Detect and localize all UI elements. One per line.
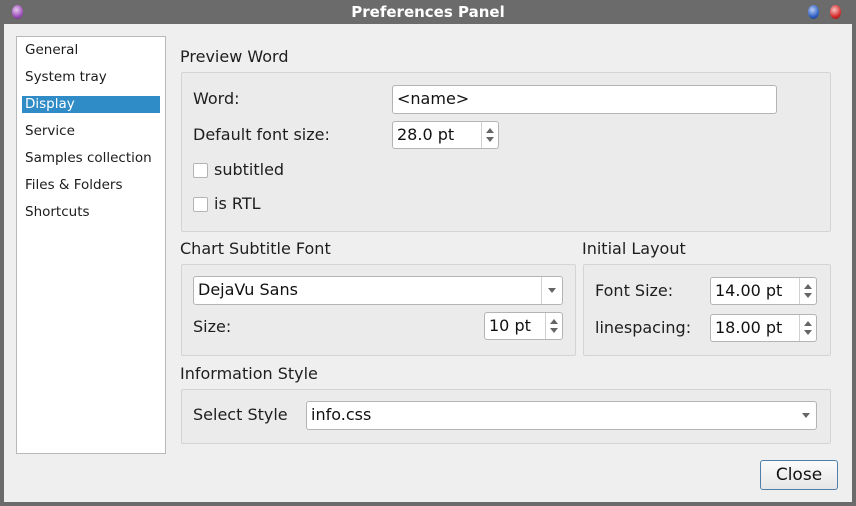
close-window-icon[interactable]: [830, 5, 841, 19]
dialog-body: General System tray Display Service Samp…: [4, 24, 852, 502]
spin-up-icon[interactable]: [804, 321, 812, 326]
close-button[interactable]: Close: [760, 460, 838, 490]
is-rtl-checkbox[interactable]: [193, 197, 208, 212]
chevron-down-icon: [802, 413, 810, 418]
subtitle-size-spinbox[interactable]: 10 pt: [484, 312, 563, 340]
layout-font-size-value: 14.00 pt: [715, 281, 783, 300]
spin-arrows[interactable]: [545, 313, 562, 339]
spin-down-icon[interactable]: [550, 328, 558, 333]
sidebar-item-system-tray[interactable]: System tray: [22, 69, 160, 86]
sidebar-item-files-folders[interactable]: Files & Folders: [22, 177, 160, 194]
initial-layout-title: Initial Layout: [582, 239, 686, 258]
layout-font-size-label: Font Size:: [595, 281, 674, 300]
spin-up-icon[interactable]: [486, 128, 494, 133]
sidebar-item-shortcuts[interactable]: Shortcuts: [22, 204, 160, 221]
select-style-label: Select Style: [193, 405, 288, 424]
select-style-value: info.css: [311, 405, 372, 424]
subtitled-label[interactable]: subtitled: [214, 160, 284, 179]
spin-up-icon[interactable]: [550, 319, 558, 324]
sidebar-item-samples-collection[interactable]: Samples collection: [22, 150, 160, 167]
subtitle-font-value: DejaVu Sans: [198, 280, 298, 299]
select-style-combobox[interactable]: info.css: [306, 401, 817, 430]
spin-down-icon[interactable]: [804, 293, 812, 298]
word-input[interactable]: <name>: [392, 85, 777, 114]
title-bar[interactable]: Preferences Panel: [0, 0, 856, 24]
spin-arrows[interactable]: [481, 122, 498, 148]
minimize-icon[interactable]: [808, 5, 819, 19]
linespacing-spinbox[interactable]: 18.00 pt: [710, 314, 817, 342]
spin-arrows[interactable]: [799, 278, 816, 304]
preview-word-title: Preview Word: [180, 47, 289, 66]
is-rtl-label[interactable]: is RTL: [214, 194, 261, 213]
spin-up-icon[interactable]: [804, 284, 812, 289]
sidebar-list[interactable]: General System tray Display Service Samp…: [16, 36, 166, 454]
window-title: Preferences Panel: [351, 3, 505, 21]
information-style-title: Information Style: [180, 364, 318, 383]
sidebar-item-display[interactable]: Display: [22, 96, 160, 113]
subtitled-checkbox[interactable]: [193, 163, 208, 178]
layout-font-size-spinbox[interactable]: 14.00 pt: [710, 277, 817, 305]
chevron-down-icon: [548, 288, 556, 293]
spin-arrows[interactable]: [799, 315, 816, 341]
spin-down-icon[interactable]: [486, 137, 494, 142]
subtitle-size-value: 10 pt: [489, 316, 531, 335]
word-label: Word:: [193, 89, 240, 108]
select-style-dropdown-button[interactable]: [796, 402, 816, 429]
subtitle-font-combobox[interactable]: DejaVu Sans: [193, 276, 563, 305]
default-font-size-label: Default font size:: [193, 125, 330, 144]
subtitle-size-label: Size:: [193, 317, 232, 336]
linespacing-label: linespacing:: [595, 318, 692, 337]
subtitle-font-dropdown-button[interactable]: [541, 277, 562, 304]
default-font-size-spinbox[interactable]: 28.0 pt: [392, 121, 499, 149]
spin-down-icon[interactable]: [804, 330, 812, 335]
chart-subtitle-font-title: Chart Subtitle Font: [180, 239, 331, 258]
sidebar-item-general[interactable]: General: [22, 42, 160, 59]
sidebar-item-service[interactable]: Service: [22, 123, 160, 140]
default-font-size-value: 28.0 pt: [397, 125, 455, 144]
linespacing-value: 18.00 pt: [715, 318, 783, 337]
